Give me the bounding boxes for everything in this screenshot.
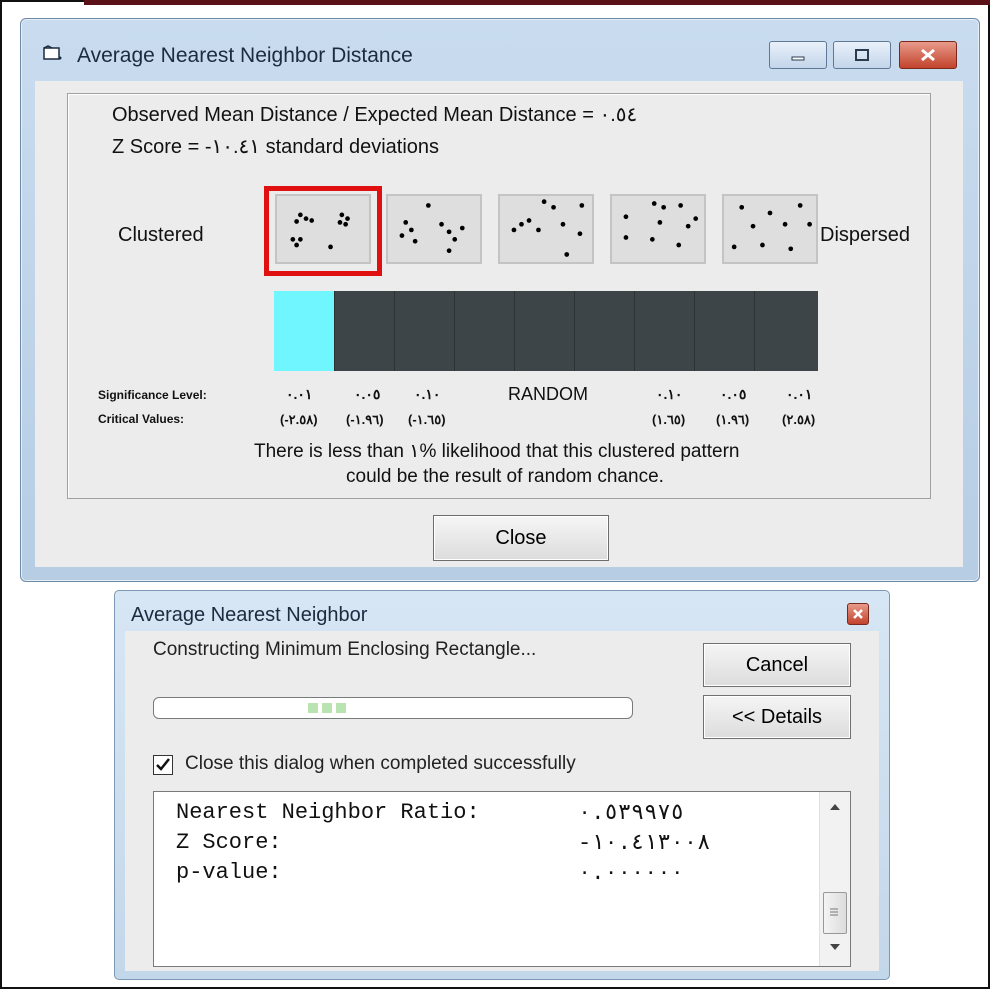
critical-value: (-١.٦٥) — [408, 412, 446, 427]
z-score-line: Z Score = -١٠.٤١ standard deviations — [112, 136, 440, 158]
critical-value: (-١.٩٦) — [346, 412, 384, 427]
scroll-thumb[interactable] — [823, 892, 847, 934]
progress-bar — [153, 697, 633, 719]
pattern-3 — [498, 194, 594, 264]
close-window-button[interactable] — [899, 41, 957, 69]
significance-bar — [274, 291, 818, 371]
critical-value: (-٢.٥٨) — [280, 412, 318, 427]
result-value: -١٠.٤١٣٠٠٨ — [578, 831, 711, 856]
sig-level: ٠.٠٥ — [354, 386, 381, 402]
result-value: ٠.٠٠٠٠٠٠ — [578, 861, 684, 886]
maximize-button[interactable] — [833, 41, 891, 69]
nearest-neighbor-result-window: Average Nearest Neighbor Distance Observ… — [20, 18, 980, 582]
progress-chunk — [336, 703, 346, 713]
sig-level: ٠.٠١ — [286, 386, 313, 402]
minimize-icon — [791, 56, 805, 61]
checkmark-icon — [156, 758, 170, 771]
maximize-icon — [855, 49, 869, 61]
close-icon — [853, 609, 863, 619]
sig-level: ٠.١٠ — [656, 386, 683, 402]
sig-level: ٠.٠١ — [786, 386, 813, 402]
bar-segment-dispersed-005 — [695, 291, 755, 371]
window-client-area: Observed Mean Distance / Expected Mean D… — [35, 81, 963, 567]
critical-value: (٢.٥٨) — [782, 412, 816, 427]
results-log[interactable]: Nearest Neighbor Ratio: ٠.٥٣٩٩٧٥ Z Score… — [153, 791, 851, 967]
interpretation-line-1: There is less than ١% likelihood that th… — [254, 441, 740, 462]
significance-level-label: Significance Level: — [98, 388, 207, 402]
close-on-complete-label[interactable]: Close this dialog when completed success… — [185, 753, 576, 775]
result-label: Nearest Neighbor Ratio: — [176, 800, 480, 825]
bar-segment-dispersed-001 — [755, 291, 818, 371]
bar-segment-dispersed-010 — [635, 291, 695, 371]
close-button[interactable]: Close — [433, 515, 609, 561]
bar-segment-clustered-005 — [335, 291, 395, 371]
pattern-4 — [610, 194, 706, 264]
close-icon — [921, 48, 935, 62]
result-label: p-value: — [176, 860, 282, 885]
result-value: ٠.٥٣٩٩٧٥ — [578, 801, 684, 826]
critical-values-label: Critical Values: — [98, 412, 185, 426]
grip-icon — [830, 908, 838, 916]
sig-level: ٠.١٠ — [414, 386, 441, 402]
progress-chunk — [308, 703, 318, 713]
results-group: Observed Mean Distance / Expected Mean D… — [67, 93, 931, 499]
clustered-label: Clustered — [118, 224, 204, 246]
background-window-edge — [84, 0, 990, 5]
bar-segment-random-3 — [575, 291, 635, 371]
critical-value: (١.٩٦) — [716, 412, 750, 427]
selected-pattern-highlight — [264, 186, 382, 276]
bar-segment-random-1 — [455, 291, 515, 371]
bar-segment-random-2 — [515, 291, 575, 371]
window-app-icon — [43, 45, 62, 60]
scroll-down-icon[interactable] — [828, 942, 842, 952]
window-title: Average Nearest Neighbor Distance — [77, 44, 413, 67]
close-on-complete-checkbox[interactable] — [153, 755, 173, 775]
pattern-2 — [386, 194, 482, 264]
sig-level: ٠.٠٥ — [720, 386, 747, 402]
bar-segment-clustered-010 — [395, 291, 455, 371]
cancel-button[interactable]: Cancel — [703, 643, 851, 687]
progress-close-button[interactable] — [847, 603, 869, 625]
details-button[interactable]: << Details — [703, 695, 851, 739]
result-label: Z Score: — [176, 830, 282, 855]
progress-client-area: Constructing Minimum Enclosing Rectangle… — [125, 631, 879, 971]
minimize-button[interactable] — [769, 41, 827, 69]
progress-chunk — [322, 703, 332, 713]
dispersed-label: Dispersed — [820, 224, 911, 246]
observed-expected-ratio: Observed Mean Distance / Expected Mean D… — [112, 104, 638, 126]
title-bar[interactable]: Average Nearest Neighbor Distance — [21, 19, 979, 79]
bar-segment-clustered-001 — [274, 291, 335, 371]
interpretation-line-2: could be the result of random chance. — [346, 466, 664, 487]
progress-window-title: Average Nearest Neighbor — [131, 604, 368, 626]
vertical-scrollbar[interactable] — [819, 792, 850, 966]
critical-value: (١.٦٥) — [652, 412, 686, 427]
status-text: Constructing Minimum Enclosing Rectangle… — [153, 639, 537, 660]
scroll-up-icon[interactable] — [828, 802, 842, 812]
random-label: RANDOM — [508, 384, 588, 404]
progress-window: Average Nearest Neighbor Constructing Mi… — [114, 590, 890, 980]
pattern-dispersed — [722, 194, 818, 264]
